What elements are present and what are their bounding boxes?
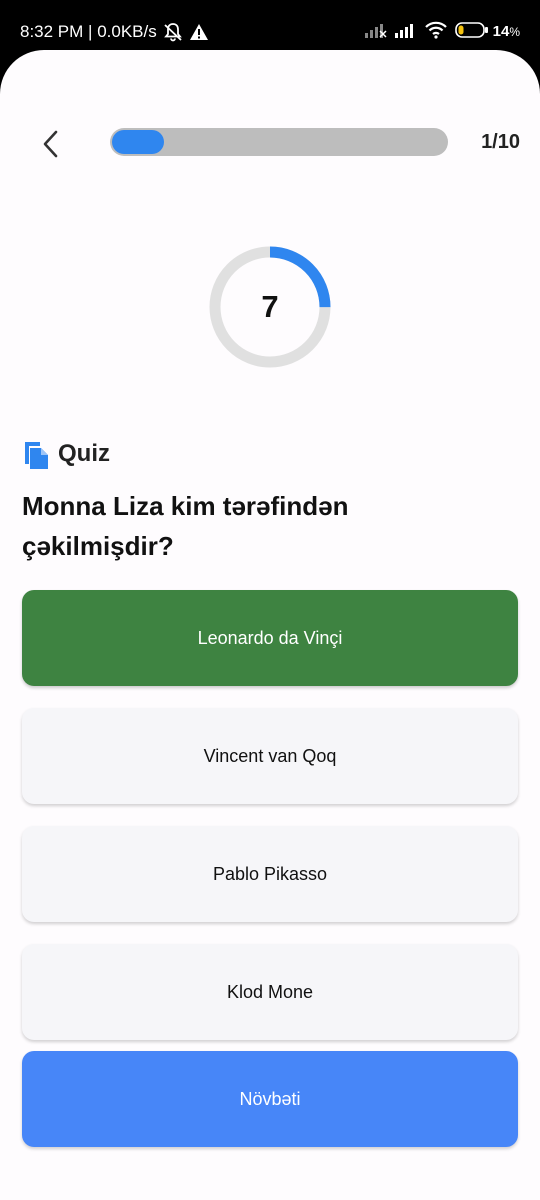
answer-option-3[interactable]: Pablo Pikasso: [22, 826, 518, 922]
signal-off-icon: [364, 22, 387, 43]
signal-icon: [394, 22, 417, 43]
quiz-label-text: Quiz: [58, 440, 110, 467]
progress-bar: [110, 128, 448, 156]
status-right: 14%: [357, 20, 520, 44]
chevron-left-icon: [43, 130, 58, 158]
next-button[interactable]: Növbəti: [22, 1051, 518, 1147]
wifi-icon: [424, 21, 447, 44]
quiz-label: Quiz: [22, 436, 110, 472]
alert-icon: [189, 22, 209, 42]
countdown-timer: 7: [206, 243, 334, 371]
document-icon: [25, 442, 48, 469]
answer-option-2[interactable]: Vincent van Qoq: [22, 708, 518, 804]
answer-option-4[interactable]: Klod Mone: [22, 944, 518, 1040]
muted-bell-icon: [163, 22, 183, 42]
question-text: Monna Liza kim tərəfindən çəkilmişdir?: [22, 491, 349, 561]
back-button[interactable]: [30, 124, 70, 164]
battery-level: 14%: [492, 23, 520, 40]
battery-icon: [454, 21, 489, 43]
status-separator: |: [83, 22, 98, 41]
answer-option-1[interactable]: Leonardo da Vinçi: [22, 590, 518, 686]
quiz-card: 1/10 7 Quiz Monna Liza kim tərəfindən çə…: [0, 50, 540, 1200]
progress-fill: [112, 130, 164, 154]
status-left: 8:32 PM | 0.0KB/s: [20, 20, 209, 44]
network-speed: 0.0KB/s: [97, 22, 157, 41]
timer-value: 7: [261, 289, 279, 324]
status-time: 8:32 PM: [20, 22, 84, 41]
progress-count: 1/10: [481, 131, 520, 153]
